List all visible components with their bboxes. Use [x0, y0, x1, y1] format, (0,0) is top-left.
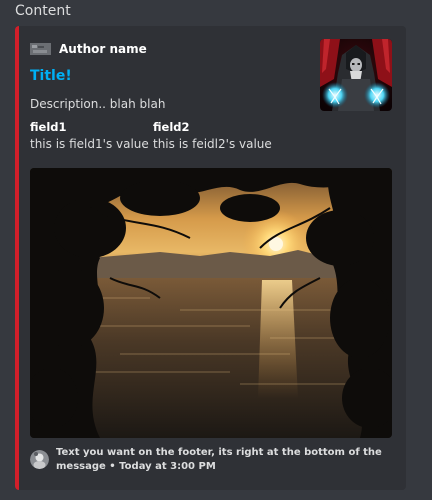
embed-description: Description.. blah blah	[30, 97, 166, 111]
footer-timestamp: Today at 3:00 PM	[119, 461, 216, 472]
footer-text: Text you want on the footer, its right a…	[56, 447, 382, 472]
field-value: this is field1's value	[30, 137, 149, 151]
field-name: field1	[30, 120, 67, 134]
message-embed: Author name Title! Description.. blah bl…	[15, 26, 406, 490]
footer-separator: •	[109, 461, 116, 472]
embed-field: field1 this is field1's value	[30, 120, 149, 151]
hooded-wizard-thumbnail[interactable]	[320, 39, 392, 111]
field-name: field2	[153, 120, 190, 134]
footer-text-block: Text you want on the footer, its right a…	[56, 446, 386, 474]
author-icon	[30, 43, 51, 55]
footer-avatar-icon	[30, 450, 49, 469]
embed-footer: Text you want on the footer, its right a…	[30, 446, 386, 474]
embed-accent-bar	[15, 26, 19, 490]
author-name[interactable]: Author name	[59, 42, 147, 56]
embed-title[interactable]: Title!	[30, 68, 72, 84]
embed-field: field2 this is feidl2's value	[153, 120, 272, 151]
sunset-lake-image[interactable]	[30, 168, 392, 438]
embed-author: Author name	[30, 42, 147, 56]
section-label: Content	[15, 3, 71, 19]
field-value: this is feidl2's value	[153, 137, 272, 151]
